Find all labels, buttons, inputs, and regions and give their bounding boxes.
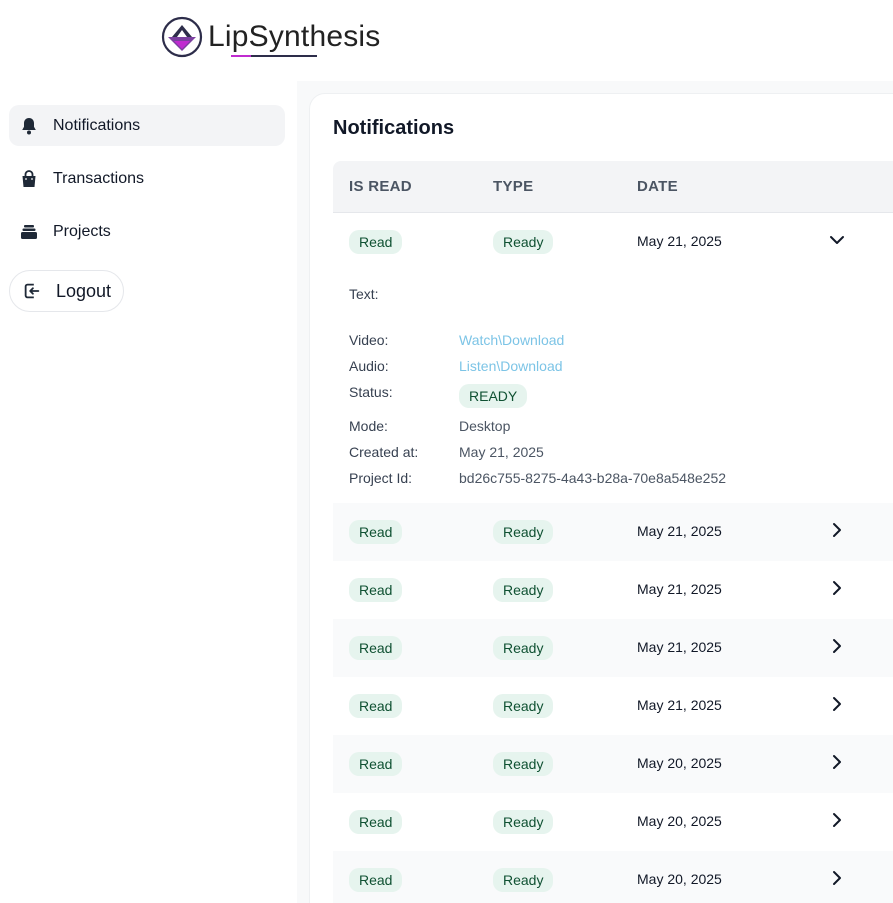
chevron-down-icon[interactable] [829,232,845,248]
chevron-right-icon[interactable] [829,522,845,538]
detail-audio-label: Audio: [349,358,389,374]
logout-label: Logout [56,280,112,301]
table-row[interactable]: Read Ready May 20, 2025 [333,735,893,793]
row-date: May 21, 2025 [637,233,722,249]
row-date: May 20, 2025 [637,871,722,887]
detail-status-label: Status: [349,384,393,400]
sidebar-item-transactions[interactable]: Transactions [9,158,285,199]
type-badge: Ready [493,868,554,892]
is-read-badge: Read [349,230,403,254]
status-badge: READY [459,384,528,408]
column-header-type[interactable]: TYPE [493,178,533,195]
detail-project-value: bd26c755-8275-4a43-b28a-70e8a548e252 [459,470,727,486]
sidebar-item-projects[interactable]: Projects [9,211,285,252]
table-row[interactable]: Read Ready May 21, 2025 [333,561,893,619]
is-read-badge: Read [349,810,403,834]
row-date: May 21, 2025 [637,523,722,539]
sidebar-item-notifications[interactable]: Notifications [9,105,285,146]
is-read-badge: Read [349,752,403,776]
is-read-badge: Read [349,636,403,660]
sidebar-item-label: Notifications [53,116,141,134]
logout-button[interactable]: Logout [9,270,125,312]
type-badge: Ready [493,636,554,660]
table-row[interactable]: Read Ready May 20, 2025 [333,793,893,851]
page-title: Notifications [333,117,455,139]
is-read-badge: Read [349,578,403,602]
row-date: May 21, 2025 [637,581,722,597]
type-badge: Ready [493,520,554,544]
brand-underline [231,55,317,57]
stack-icon [19,222,39,242]
chevron-right-icon[interactable] [829,638,845,654]
table-row[interactable]: Read Ready May 21, 2025 [333,677,893,735]
logout-icon [22,281,42,301]
type-badge: Ready [493,230,554,254]
detail-mode-value: Desktop [459,418,511,434]
detail-created-label: Created at: [349,444,419,460]
chevron-right-icon[interactable] [829,696,845,712]
type-badge: Ready [493,694,554,718]
detail-video-label: Video: [349,332,389,348]
detail-created-value: May 21, 2025 [459,444,544,460]
column-header-is-read[interactable]: IS READ [349,178,412,195]
sidebar-item-label: Projects [53,222,111,240]
video-download-link[interactable]: Watch\Download [459,332,564,348]
sidebar-item-label: Transactions [53,169,144,187]
detail-text-label: Text: [349,286,379,302]
row-date: May 20, 2025 [637,813,722,829]
brand-name: LipSynthesis [208,20,381,53]
brand-logo[interactable]: LipSynthesis [160,15,381,59]
bell-icon [19,116,39,136]
column-header-date[interactable]: DATE [637,178,678,195]
table-row[interactable]: Read Ready May 21, 2025 [333,503,893,561]
shopping-bag-icon [19,169,39,189]
is-read-badge: Read [349,868,403,892]
row-date: May 21, 2025 [637,697,722,713]
detail-project-label: Project Id: [349,470,413,486]
table-header: IS READ TYPE DATE [333,161,893,213]
chevron-right-icon[interactable] [829,754,845,770]
type-badge: Ready [493,810,554,834]
row-date: May 20, 2025 [637,755,722,771]
row-date: May 21, 2025 [637,639,722,655]
detail-mode-label: Mode: [349,418,388,434]
sidebar: Notifications Transactions Projects Logo… [9,105,285,312]
is-read-badge: Read [349,520,403,544]
is-read-badge: Read [349,694,403,718]
chevron-right-icon[interactable] [829,580,845,596]
chevron-right-icon[interactable] [829,870,845,886]
chevron-right-icon[interactable] [829,812,845,828]
logo-mark-icon [161,16,203,58]
type-badge: Ready [493,752,554,776]
table-row[interactable]: Read Ready May 21, 2025 [333,619,893,677]
audio-download-link[interactable]: Listen\Download [459,358,563,374]
type-badge: Ready [493,578,554,602]
table-row[interactable]: Read Ready May 20, 2025 [333,851,893,903]
